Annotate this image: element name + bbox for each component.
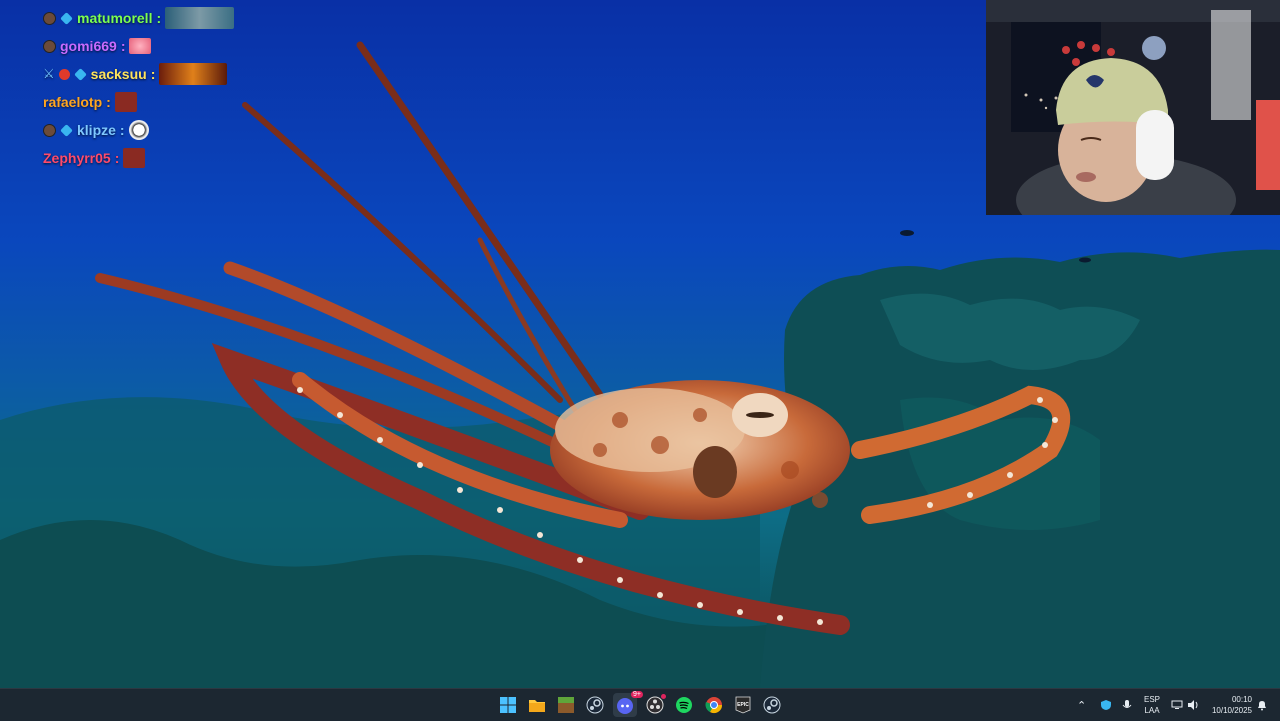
emote-image-icon	[159, 63, 228, 85]
emote-image-icon	[129, 38, 152, 54]
webcam-feed-image	[986, 0, 1280, 215]
spotify-button[interactable]	[672, 693, 696, 717]
chrome-button[interactable]	[702, 693, 726, 717]
chat-username: sacksuu	[90, 66, 147, 82]
chat-message: matumorell:	[43, 4, 235, 32]
cube-badge-icon	[73, 67, 87, 81]
chat-username: gomi669	[60, 38, 117, 54]
emote-image-icon	[128, 120, 149, 140]
red-badge-icon	[58, 68, 70, 80]
cube-badge-icon	[60, 123, 73, 137]
microphone-icon	[1122, 700, 1132, 708]
folder-icon	[529, 700, 545, 712]
clock-time: 00:10	[1231, 695, 1252, 704]
chat-username: rafaelotp	[43, 94, 103, 110]
discord-icon	[617, 698, 633, 714]
grass-block-icon	[558, 697, 574, 713]
chat-separator: :	[114, 150, 120, 166]
moderator-sword-icon: ⚔	[43, 66, 55, 81]
emote-image-icon	[114, 92, 137, 112]
discord-button[interactable]: 9+	[613, 691, 643, 717]
show-hidden-icons-button[interactable]: ⌃	[1077, 689, 1086, 721]
speaker-icon	[1188, 700, 1198, 710]
chat-username: Zephyrr05	[43, 150, 111, 166]
tray-network-button[interactable]	[1171, 689, 1183, 721]
steam-button-2[interactable]	[760, 693, 784, 717]
chat-separator: :	[150, 66, 156, 82]
chat-username: matumorell	[77, 10, 153, 26]
svg-text:EPIC: EPIC	[737, 702, 749, 708]
shield-icon	[1101, 700, 1111, 710]
subscriber-badge-icon	[43, 11, 56, 25]
notification-center-button[interactable]	[1256, 689, 1268, 721]
emote-image-icon	[123, 148, 146, 168]
chat-separator: :	[106, 94, 111, 110]
start-button[interactable]	[496, 693, 520, 717]
stream-chat-overlay: matumorell: gomi669: ⚔ sacksuu: rafaelot…	[43, 4, 235, 172]
subscriber-badge-icon	[43, 39, 56, 53]
epic-games-button[interactable]: EPIC	[731, 693, 755, 717]
chrome-icon	[705, 697, 723, 714]
chat-message: gomi669:	[43, 32, 234, 60]
monitor-network-icon	[1171, 700, 1183, 709]
keyboard-layout-label: LAA	[1144, 706, 1160, 715]
language-label: ESP	[1144, 695, 1161, 704]
chat-message: ⚔ sacksuu:	[43, 60, 234, 88]
chat-separator: :	[119, 122, 125, 138]
clock-date: 10/10/2025	[1211, 706, 1252, 715]
subscriber-badge-icon	[43, 123, 56, 137]
obs-button[interactable]	[643, 693, 667, 717]
spotify-icon	[676, 697, 692, 713]
tray-security-button[interactable]	[1100, 689, 1112, 721]
chat-message: klipze:	[43, 116, 234, 144]
clock-button[interactable]: 00:10 10/10/2025	[1212, 694, 1252, 716]
taskbar: 9+ EPIC ⌃ ESP LAA 00:10 10/10/2025	[0, 688, 1280, 721]
steam-icon	[586, 696, 604, 714]
recording-dot-icon	[661, 694, 666, 699]
epic-icon: EPIC	[735, 696, 751, 714]
notification-bell-icon	[1258, 701, 1266, 711]
chat-separator: :	[120, 38, 126, 54]
emote-image-icon	[165, 7, 235, 29]
minecraft-button[interactable]	[554, 693, 578, 717]
webcam-overlay	[986, 0, 1280, 215]
notification-badge: 9+	[631, 691, 643, 698]
cube-badge-icon	[60, 11, 73, 25]
chevron-up-icon: ⌃	[1077, 699, 1087, 712]
windows-icon	[500, 697, 516, 713]
input-language-button[interactable]: ESP LAA	[1144, 694, 1160, 716]
tray-microphone-button[interactable]	[1122, 689, 1132, 721]
file-explorer-button[interactable]	[525, 693, 549, 717]
tray-volume-button[interactable]	[1187, 689, 1199, 721]
chat-message: rafaelotp:	[43, 88, 234, 116]
chat-separator: :	[156, 10, 162, 26]
steam-icon	[763, 696, 781, 714]
chat-message: Zephyrr05:	[43, 144, 234, 172]
chat-username: klipze	[77, 122, 116, 138]
steam-button[interactable]	[583, 693, 607, 717]
